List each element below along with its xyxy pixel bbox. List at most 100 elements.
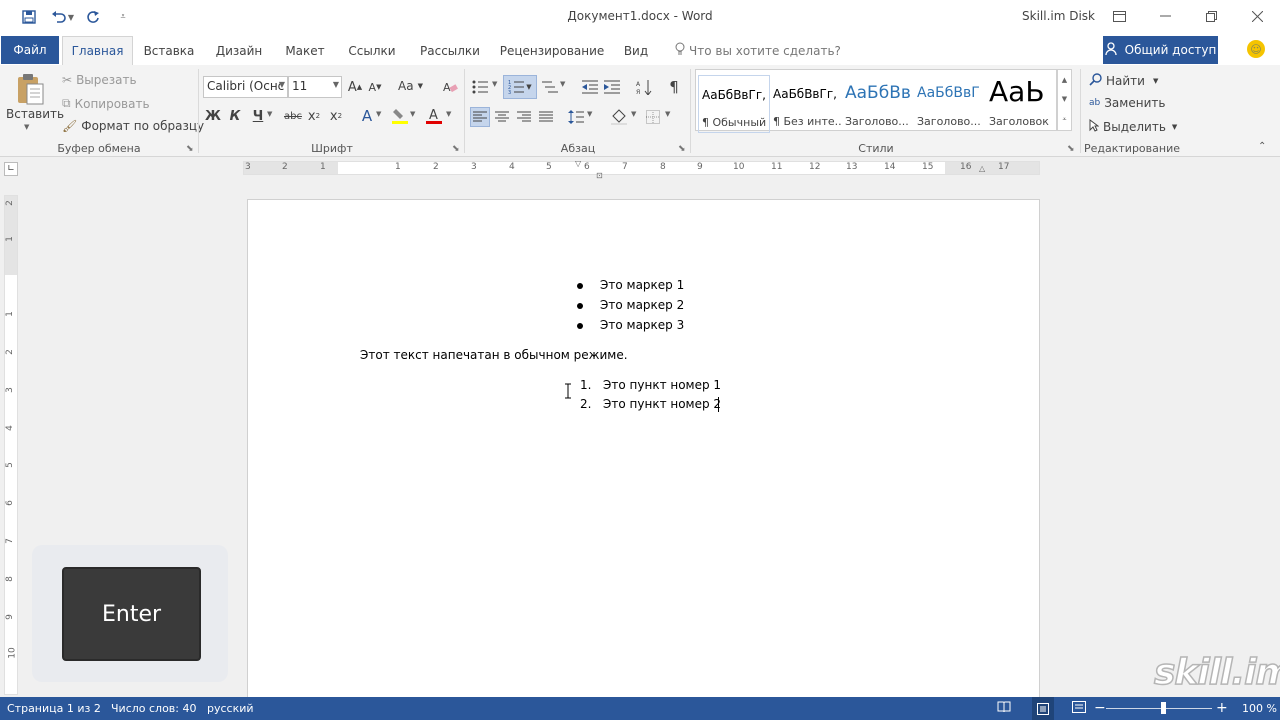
zoom-slider[interactable] <box>1106 708 1212 709</box>
chevron-up-icon[interactable]: ▲ <box>1062 76 1067 84</box>
minimize-icon[interactable] <box>1142 2 1188 30</box>
sort-icon[interactable]: AЯ <box>634 77 654 97</box>
list-item[interactable]: 2. Это пункт номер 2 <box>580 397 721 411</box>
styles-scroll[interactable]: ▲ ▼ ⩡ <box>1057 69 1072 131</box>
multilevel-dropdown-icon[interactable]: ▼ <box>560 80 565 88</box>
tab-review[interactable]: Рецензирование <box>500 36 605 65</box>
styles-more-icon[interactable]: ⩡ <box>1063 115 1067 124</box>
highlight-dropdown-icon[interactable]: ▼ <box>410 110 415 118</box>
share-button[interactable]: Общий доступ <box>1103 36 1218 64</box>
justify-icon[interactable] <box>536 107 556 127</box>
ribbon-display-options-icon[interactable] <box>1096 2 1142 30</box>
account-name[interactable]: Skill.im Disk <box>1022 9 1095 23</box>
underline-dropdown-icon[interactable]: ▼ <box>267 110 272 118</box>
borders-dropdown-icon[interactable]: ▼ <box>665 110 670 118</box>
multilevel-list-icon[interactable] <box>540 77 560 97</box>
list-item[interactable]: 1. Это пункт номер 1 <box>580 378 721 392</box>
read-mode-icon[interactable] <box>997 701 1011 716</box>
strikethrough-button[interactable]: abc <box>282 107 304 125</box>
web-layout-icon[interactable] <box>1072 701 1086 716</box>
font-color-icon[interactable]: A <box>424 107 444 125</box>
tab-selector[interactable]: ∟ <box>4 162 18 176</box>
line-spacing-icon[interactable] <box>566 107 586 127</box>
style-heading-1[interactable]: АаБбВв Заголово... <box>842 75 914 133</box>
list-item[interactable]: Это маркер 2 <box>577 298 684 312</box>
font-size-combo[interactable]: 11 ▼ <box>288 76 342 98</box>
font-launcher-icon[interactable]: ⬊ <box>452 144 460 154</box>
close-icon[interactable] <box>1234 2 1280 30</box>
hanging-indent-marker[interactable]: ⊡ <box>596 171 606 181</box>
paste-icon[interactable] <box>14 71 46 107</box>
horizontal-ruler[interactable]: 3 2 1 1 2 3 4 5 6 7 8 9 10 11 12 13 14 1… <box>243 159 1040 175</box>
font-color-dropdown-icon[interactable]: ▼ <box>446 110 451 118</box>
tell-me-box[interactable]: Что вы хотите сделать? <box>675 42 841 59</box>
borders-icon[interactable] <box>643 107 663 127</box>
shading-dropdown-icon[interactable]: ▼ <box>631 110 636 118</box>
tab-file[interactable]: Файл <box>1 36 59 64</box>
underline-button[interactable]: Ч <box>250 107 266 125</box>
align-right-icon[interactable] <box>514 107 534 127</box>
font-name-combo[interactable]: Calibri (Оснс ▼ <box>203 76 288 98</box>
word-count[interactable]: Число слов: 40 <box>111 702 197 715</box>
superscript-icon[interactable]: x2 <box>328 107 344 125</box>
shading-icon[interactable] <box>608 107 630 127</box>
subscript-icon[interactable]: x2 <box>306 107 322 125</box>
bold-button[interactable]: Ж <box>205 107 221 125</box>
tab-layout[interactable]: Макет <box>282 36 328 65</box>
list-item[interactable]: Это маркер 1 <box>577 278 684 292</box>
tab-mailings[interactable]: Рассылки <box>416 36 484 65</box>
paragraph-launcher-icon[interactable]: ⬊ <box>678 144 686 154</box>
page-count[interactable]: Страница 1 из 2 <box>7 702 101 715</box>
style-normal[interactable]: АаБбВвГг, ¶ Обычный <box>698 75 770 133</box>
print-layout-icon[interactable] <box>1032 697 1054 720</box>
change-case-button[interactable]: Aa ▼ <box>398 79 423 93</box>
shrink-font-icon[interactable]: A ▼ <box>366 78 384 96</box>
list-item[interactable]: Это маркер 3 <box>577 318 684 332</box>
feedback-smiley-icon[interactable]: ☺ <box>1247 40 1265 58</box>
decrease-indent-icon[interactable] <box>580 77 600 97</box>
grow-font-icon[interactable]: A ▲ <box>346 78 364 96</box>
right-indent-marker[interactable]: △ <box>979 164 985 173</box>
document-page[interactable]: Это маркер 1 Это маркер 2 Это маркер 3 Э… <box>247 199 1040 699</box>
copy-button[interactable]: ⧉ Копировать <box>62 96 150 111</box>
text-effects-dropdown-icon[interactable]: ▼ <box>376 110 381 118</box>
restore-icon[interactable] <box>1188 2 1234 30</box>
tab-design[interactable]: Дизайн <box>212 36 266 65</box>
bullets-dropdown-icon[interactable]: ▼ <box>492 80 497 88</box>
line-spacing-dropdown-icon[interactable]: ▼ <box>587 110 592 118</box>
italic-button[interactable]: К <box>227 107 243 125</box>
tab-home[interactable]: Главная <box>62 36 133 65</box>
format-painter-button[interactable]: 🖌 Формат по образцу <box>62 119 204 133</box>
zoom-out-icon[interactable]: − <box>1094 700 1106 716</box>
find-button[interactable]: Найти ▼ <box>1089 73 1158 89</box>
styles-launcher-icon[interactable]: ⬊ <box>1067 144 1075 154</box>
collapse-ribbon-icon[interactable]: ⌃ <box>1258 141 1266 152</box>
first-line-indent-marker[interactable]: ▽ <box>575 159 581 168</box>
style-heading-2[interactable]: АаБбВвГ Заголово... <box>914 75 986 133</box>
replace-button[interactable]: ab Заменить <box>1089 96 1165 110</box>
text-effects-icon[interactable]: A <box>358 107 376 125</box>
tab-view[interactable]: Вид <box>620 36 652 65</box>
tab-insert[interactable]: Вставка <box>140 36 198 65</box>
style-title[interactable]: АаЬ Заголовок <box>986 75 1058 133</box>
language[interactable]: русский <box>207 702 254 715</box>
zoom-in-icon[interactable]: + <box>1216 700 1228 716</box>
highlight-icon[interactable] <box>390 107 410 125</box>
chevron-down-icon[interactable]: ▼ <box>1062 95 1067 103</box>
style-no-spacing[interactable]: АаБбВвГг, ¶ Без инте... <box>770 75 842 133</box>
bullets-icon[interactable] <box>470 77 490 97</box>
align-left-icon[interactable] <box>470 107 490 127</box>
body-paragraph[interactable]: Этот текст напечатан в обычном режиме. <box>360 348 628 362</box>
tab-references[interactable]: Ссылки <box>344 36 400 65</box>
zoom-slider-thumb[interactable] <box>1161 702 1166 714</box>
paste-dropdown-icon[interactable]: ▼ <box>24 123 29 131</box>
paste-button[interactable]: Вставить <box>6 107 64 121</box>
show-formatting-marks-icon[interactable]: ¶ <box>664 77 684 97</box>
increase-indent-icon[interactable] <box>602 77 622 97</box>
select-button[interactable]: Выделить ▼ <box>1089 119 1177 135</box>
vertical-ruler[interactable]: 2 1 1 2 3 4 5 6 7 8 9 10 <box>4 195 18 695</box>
zoom-level[interactable]: 100 % <box>1242 702 1277 715</box>
clear-formatting-icon[interactable]: A <box>440 78 460 96</box>
numbering-icon[interactable]: 123 ▼ <box>503 75 537 99</box>
clipboard-launcher-icon[interactable]: ⬊ <box>186 144 194 154</box>
